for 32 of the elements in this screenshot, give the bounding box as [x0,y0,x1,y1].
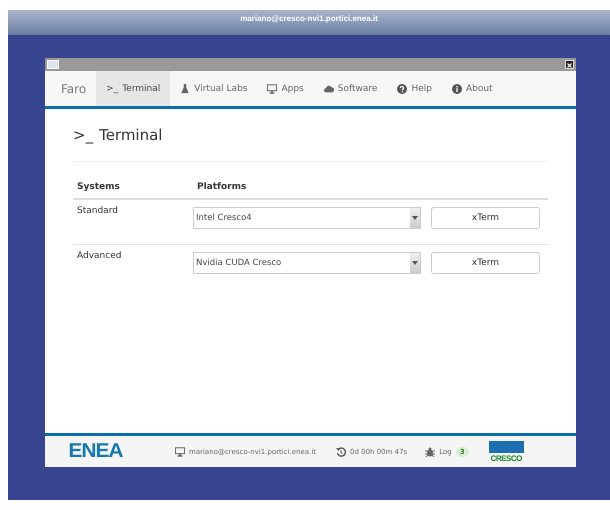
bug-icon [425,446,436,456]
column-header: Systems [76,181,121,194]
logo: CRESCO [488,440,524,462]
nav-tab[interactable]: Software [314,71,388,106]
page-title: Terminal [99,126,162,144]
logo: ENEA [68,440,124,463]
close-button[interactable] [565,60,574,69]
system-label: Standard [77,206,118,216]
nav-tab[interactable]: Virtual Labs [170,71,258,106]
terminal-icon: >_ [106,84,118,94]
nav-tab[interactable]: >_ Terminal [96,71,170,106]
system-label: Advanced [77,251,122,261]
history-icon [336,446,346,456]
nav-tab[interactable]: Help [387,71,442,106]
terminal-icon: >_ [73,126,94,144]
xterm-button[interactable]: xTerm [431,207,540,229]
help-icon [397,84,408,94]
monitor-icon [267,84,278,94]
info-icon [452,84,462,94]
platform-dropdown[interactable]: Intel Cresco4 [193,207,421,229]
nav-tab[interactable]: Apps [257,71,314,106]
caret-icon [412,261,418,265]
screen-title: mariano@cresco-nvi1.portici.enea.it [240,14,378,23]
nav-tab[interactable]: About [442,71,503,106]
platform-dropdown[interactable]: Nvidia CUDA Cresco [193,252,421,274]
caret-icon [412,216,418,220]
column-header: Platforms [196,181,248,194]
xterm-button[interactable]: xTerm [431,252,540,274]
flask-icon [180,84,190,94]
monitor-icon [175,446,185,456]
cloud-icon [324,84,334,94]
brand-link[interactable]: Faro [61,82,86,96]
